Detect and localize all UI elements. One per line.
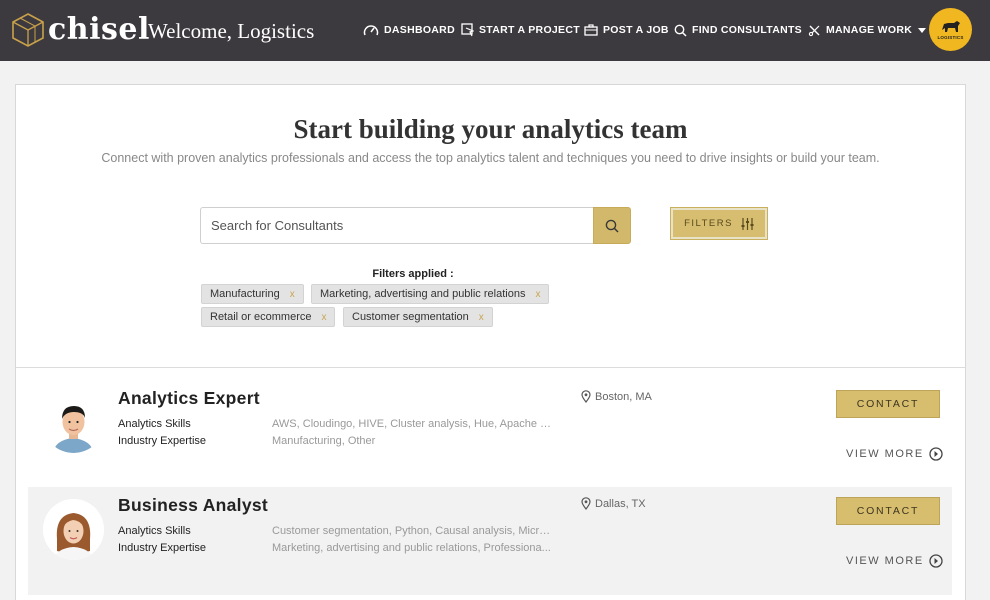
location-pin-icon xyxy=(581,497,591,510)
female-consultant-photo xyxy=(43,499,104,560)
section-divider xyxy=(16,367,965,368)
contact-button[interactable]: CONTACT xyxy=(836,497,940,525)
cursor-icon xyxy=(461,23,474,37)
consultant-avatar[interactable] xyxy=(43,392,104,453)
view-more-label: VIEW MORE xyxy=(846,555,924,567)
filter-chip-label: Customer segmentation xyxy=(352,311,469,323)
nav-manage-work-label: MANAGE WORK xyxy=(826,24,913,36)
welcome-message: Welcome, Logistics xyxy=(148,19,315,43)
search-icon xyxy=(674,24,687,37)
view-more-link[interactable]: VIEW MORE xyxy=(846,447,943,461)
search-button[interactable] xyxy=(593,207,631,244)
arrow-circle-right-icon xyxy=(929,554,943,568)
filters-button-label: FILTERS xyxy=(684,218,733,229)
account-logo-text: LOGISTICS xyxy=(937,34,964,40)
filter-chip-manufacturing: Manufacturing x xyxy=(201,284,304,304)
remove-filter-icon[interactable]: x xyxy=(290,289,295,300)
consultant-title[interactable]: Analytics Expert xyxy=(118,388,260,409)
ox-logo-icon xyxy=(941,20,960,32)
location-pin-icon xyxy=(581,390,591,403)
nav-start-project[interactable]: START A PROJECT xyxy=(461,21,580,39)
filter-chip-label: Marketing, advertising and public relati… xyxy=(320,288,526,300)
nav-post-job[interactable]: POST A JOB xyxy=(584,21,669,39)
chisel-logo-icon[interactable] xyxy=(12,13,44,47)
industry-label: Industry Expertise xyxy=(118,435,207,447)
filter-chip-retail: Retail or ecommerce x xyxy=(201,307,336,327)
remove-filter-icon[interactable]: x xyxy=(479,312,484,323)
industry-value: Manufacturing, Other xyxy=(272,435,376,447)
nav-start-project-label: START A PROJECT xyxy=(479,24,580,36)
consultant-avatar[interactable] xyxy=(43,499,104,560)
nav-find-consultants-label: FIND CONSULTANTS xyxy=(692,24,802,36)
skills-label: Analytics Skills xyxy=(118,525,191,537)
nav-post-job-label: POST A JOB xyxy=(603,24,669,36)
skills-label: Analytics Skills xyxy=(118,418,191,430)
search-bar xyxy=(200,207,631,244)
remove-filter-icon[interactable]: x xyxy=(535,289,540,300)
search-icon xyxy=(605,219,619,233)
filter-chip-marketing: Marketing, advertising and public relati… xyxy=(311,284,550,304)
contact-button[interactable]: CONTACT xyxy=(836,390,940,418)
nav-find-consultants[interactable]: FIND CONSULTANTS xyxy=(674,21,802,39)
view-more-link[interactable]: VIEW MORE xyxy=(846,554,943,568)
filters-button[interactable]: FILTERS xyxy=(671,208,767,239)
top-navbar: chisel Welcome, Logistics DASHBOARD STAR… xyxy=(0,0,990,61)
skills-value: Customer segmentation, Python, Causal an… xyxy=(272,525,554,537)
view-more-label: VIEW MORE xyxy=(846,448,924,460)
arrow-circle-right-icon xyxy=(929,447,943,461)
consultant-card: Business Analyst Analytics Skills Indust… xyxy=(28,487,952,595)
consultant-card: Analytics Expert Analytics Skills Indust… xyxy=(28,380,952,488)
nav-dashboard-label: DASHBOARD xyxy=(384,24,455,36)
location-text: Dallas, TX xyxy=(595,497,646,510)
page-title: Start building your analytics team xyxy=(293,114,688,144)
sliders-icon xyxy=(741,217,754,230)
account-avatar[interactable]: LOGISTICS xyxy=(929,8,972,51)
gauge-icon xyxy=(363,25,379,36)
brand-name[interactable]: chisel xyxy=(48,12,150,48)
filters-applied-label: Filters applied : xyxy=(372,268,454,280)
page-subtitle: Connect with proven analytics profession… xyxy=(101,151,880,165)
industry-value: Marketing, advertising and public relati… xyxy=(272,542,551,554)
search-input[interactable] xyxy=(200,207,594,244)
remove-filter-icon[interactable]: x xyxy=(321,312,326,323)
industry-label: Industry Expertise xyxy=(118,542,207,554)
filter-chip-label: Manufacturing xyxy=(210,288,280,300)
briefcase-icon xyxy=(584,24,598,36)
skills-value: AWS, Cloudingo, HIVE, Cluster analysis, … xyxy=(272,418,554,430)
chevron-down-icon xyxy=(918,27,927,33)
filter-chip-label: Retail or ecommerce xyxy=(210,311,312,323)
consultant-location: Boston, MA xyxy=(581,390,652,403)
tools-icon xyxy=(808,25,820,36)
consultant-location: Dallas, TX xyxy=(581,497,646,510)
consultant-title[interactable]: Business Analyst xyxy=(118,495,268,516)
male-consultant-photo xyxy=(43,392,104,453)
nav-manage-work[interactable]: MANAGE WORK xyxy=(808,21,927,39)
filter-chip-customer-segmentation: Customer segmentation x xyxy=(343,307,493,327)
location-text: Boston, MA xyxy=(595,390,652,403)
nav-dashboard[interactable]: DASHBOARD xyxy=(363,21,455,39)
